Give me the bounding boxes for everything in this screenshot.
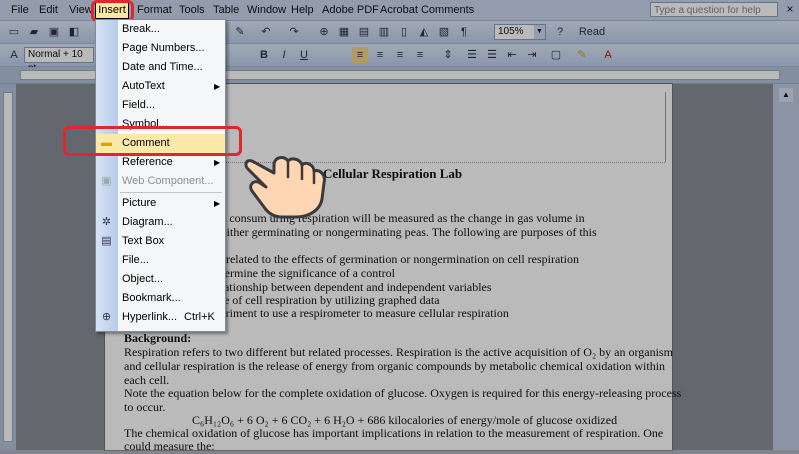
menu-item-autotext[interactable]: AutoText ▶: [96, 77, 225, 96]
purpose-item: r determine the significance of a contro…: [203, 266, 395, 280]
text-box-icon: ▤: [101, 235, 112, 247]
justify-icon[interactable]: ≡: [412, 47, 428, 63]
diagram-icon: ✲: [101, 216, 112, 228]
submenu-arrow-icon: ▶: [214, 82, 221, 91]
close-icon[interactable]: ×: [783, 2, 797, 17]
menu-item-web-component: ▣ Web Component...: [96, 172, 225, 191]
underline-button[interactable]: U: [296, 47, 312, 63]
undo-icon[interactable]: ↶: [258, 24, 274, 40]
redo-icon[interactable]: ↷: [286, 24, 302, 40]
purpose-item: data related to the effects of germinati…: [203, 252, 579, 266]
menu-item-break[interactable]: Break...: [96, 20, 225, 39]
insert-excel-icon[interactable]: ▥: [376, 24, 392, 40]
menu-adobe-pdf[interactable]: Adobe PDF: [322, 3, 379, 17]
menu-edit[interactable]: Edit: [39, 3, 58, 17]
vertical-ruler-scale: [3, 92, 13, 442]
line-spacing-icon[interactable]: ⇕: [440, 47, 456, 63]
body-line: Note the equation below for the complete…: [124, 386, 682, 400]
highlight-ring-comment: [63, 126, 242, 156]
tables-borders-icon[interactable]: ▦: [336, 24, 352, 40]
italic-button[interactable]: I: [276, 47, 292, 63]
body-line: could measure the:: [124, 439, 215, 453]
numbering-icon[interactable]: ☰: [464, 47, 480, 63]
bullets-icon[interactable]: ☰: [484, 47, 500, 63]
menu-format[interactable]: Format: [137, 3, 172, 17]
vertical-ruler[interactable]: [0, 84, 16, 450]
scroll-up-icon[interactable]: ▲: [779, 88, 793, 102]
margin-guide: [665, 92, 666, 162]
menu-item-page-numbers[interactable]: Page Numbers...: [96, 39, 225, 58]
document-title: Cellular Respiration Lab: [323, 166, 463, 181]
align-right-icon[interactable]: ≡: [392, 47, 408, 63]
align-center-icon[interactable]: ≡: [372, 47, 388, 63]
format-painter-icon[interactable]: ✎: [232, 24, 248, 40]
menu-item-date-time[interactable]: Date and Time...: [96, 58, 225, 77]
menu-item-object[interactable]: Object...: [96, 270, 225, 289]
menu-view[interactable]: View: [69, 3, 93, 17]
bold-button[interactable]: B: [256, 47, 272, 63]
help-search-input[interactable]: Type a question for help: [650, 2, 778, 17]
show-hide-icon[interactable]: ¶: [456, 24, 472, 40]
body-line: ing either germinating or nongerminating…: [203, 225, 597, 239]
new-document-icon[interactable]: ▭: [6, 24, 22, 40]
insert-table-icon[interactable]: ▤: [356, 24, 372, 40]
styles-icon[interactable]: A: [6, 47, 22, 63]
zoom-combo[interactable]: 105% ▼: [494, 24, 546, 40]
increase-indent-icon[interactable]: ⇥: [524, 47, 540, 63]
body-line: Respiration refers to two different but …: [124, 345, 673, 359]
help-icon[interactable]: ?: [552, 24, 568, 40]
drawing-icon[interactable]: ◭: [416, 24, 432, 40]
web-component-icon: ▣: [101, 175, 112, 187]
align-left-icon[interactable]: ≡: [352, 47, 368, 63]
menu-item-bookmark[interactable]: Bookmark...: [96, 289, 225, 308]
submenu-arrow-icon: ▶: [214, 199, 221, 208]
purpose-item: experiment to use a respirometer to meas…: [203, 306, 509, 320]
shortcut-label: Ctrl+K: [184, 311, 215, 323]
pointing-hand-icon: [244, 156, 326, 219]
menu-item-picture[interactable]: Picture ▶: [96, 194, 225, 213]
hyperlink-globe-icon: ⊕: [101, 311, 112, 323]
menu-separator: [120, 192, 222, 193]
save-icon[interactable]: ▣: [46, 24, 62, 40]
highlight-icon[interactable]: ✎: [574, 47, 590, 63]
menu-file[interactable]: File: [11, 3, 29, 17]
menu-help[interactable]: Help: [291, 3, 314, 17]
decrease-indent-icon[interactable]: ⇤: [504, 47, 520, 63]
font-color-icon[interactable]: A: [600, 47, 616, 63]
menu-item-hyperlink[interactable]: ⊕ Hyperlink... Ctrl+K: [96, 308, 225, 327]
menu-table[interactable]: Table: [213, 3, 239, 17]
menu-item-field[interactable]: Field...: [96, 96, 225, 115]
menu-item-text-box[interactable]: ▤ Text Box: [96, 232, 225, 251]
read-label: Read: [578, 26, 606, 38]
menu-acrobat-comments[interactable]: Acrobat Comments: [380, 3, 474, 17]
menu-item-file[interactable]: File...: [96, 251, 225, 270]
outside-border-icon[interactable]: ▢: [548, 47, 564, 63]
menu-item-diagram[interactable]: ✲ Diagram...: [96, 213, 225, 232]
hyperlink-icon[interactable]: ⊕: [316, 24, 332, 40]
zoom-value: 105%: [498, 26, 524, 37]
chevron-down-icon[interactable]: ▼: [534, 25, 545, 39]
document-map-icon[interactable]: ▧: [436, 24, 452, 40]
menu-tools[interactable]: Tools: [179, 3, 205, 17]
columns-icon[interactable]: ▯: [396, 24, 412, 40]
read-button[interactable]: Read: [572, 24, 612, 40]
body-line: to occur.: [124, 400, 166, 414]
background-heading: Background:: [124, 331, 192, 345]
vertical-scrollbar[interactable]: ▲: [773, 84, 799, 450]
open-folder-icon[interactable]: ▰: [26, 24, 42, 40]
menu-window[interactable]: Window: [247, 3, 286, 17]
permission-icon[interactable]: ◧: [66, 24, 82, 40]
body-line: and cellular respiration is the release …: [124, 359, 666, 373]
insert-menu: Break... Page Numbers... Date and Time..…: [95, 19, 226, 332]
style-combo[interactable]: Normal + 10 pt: [24, 47, 94, 74]
